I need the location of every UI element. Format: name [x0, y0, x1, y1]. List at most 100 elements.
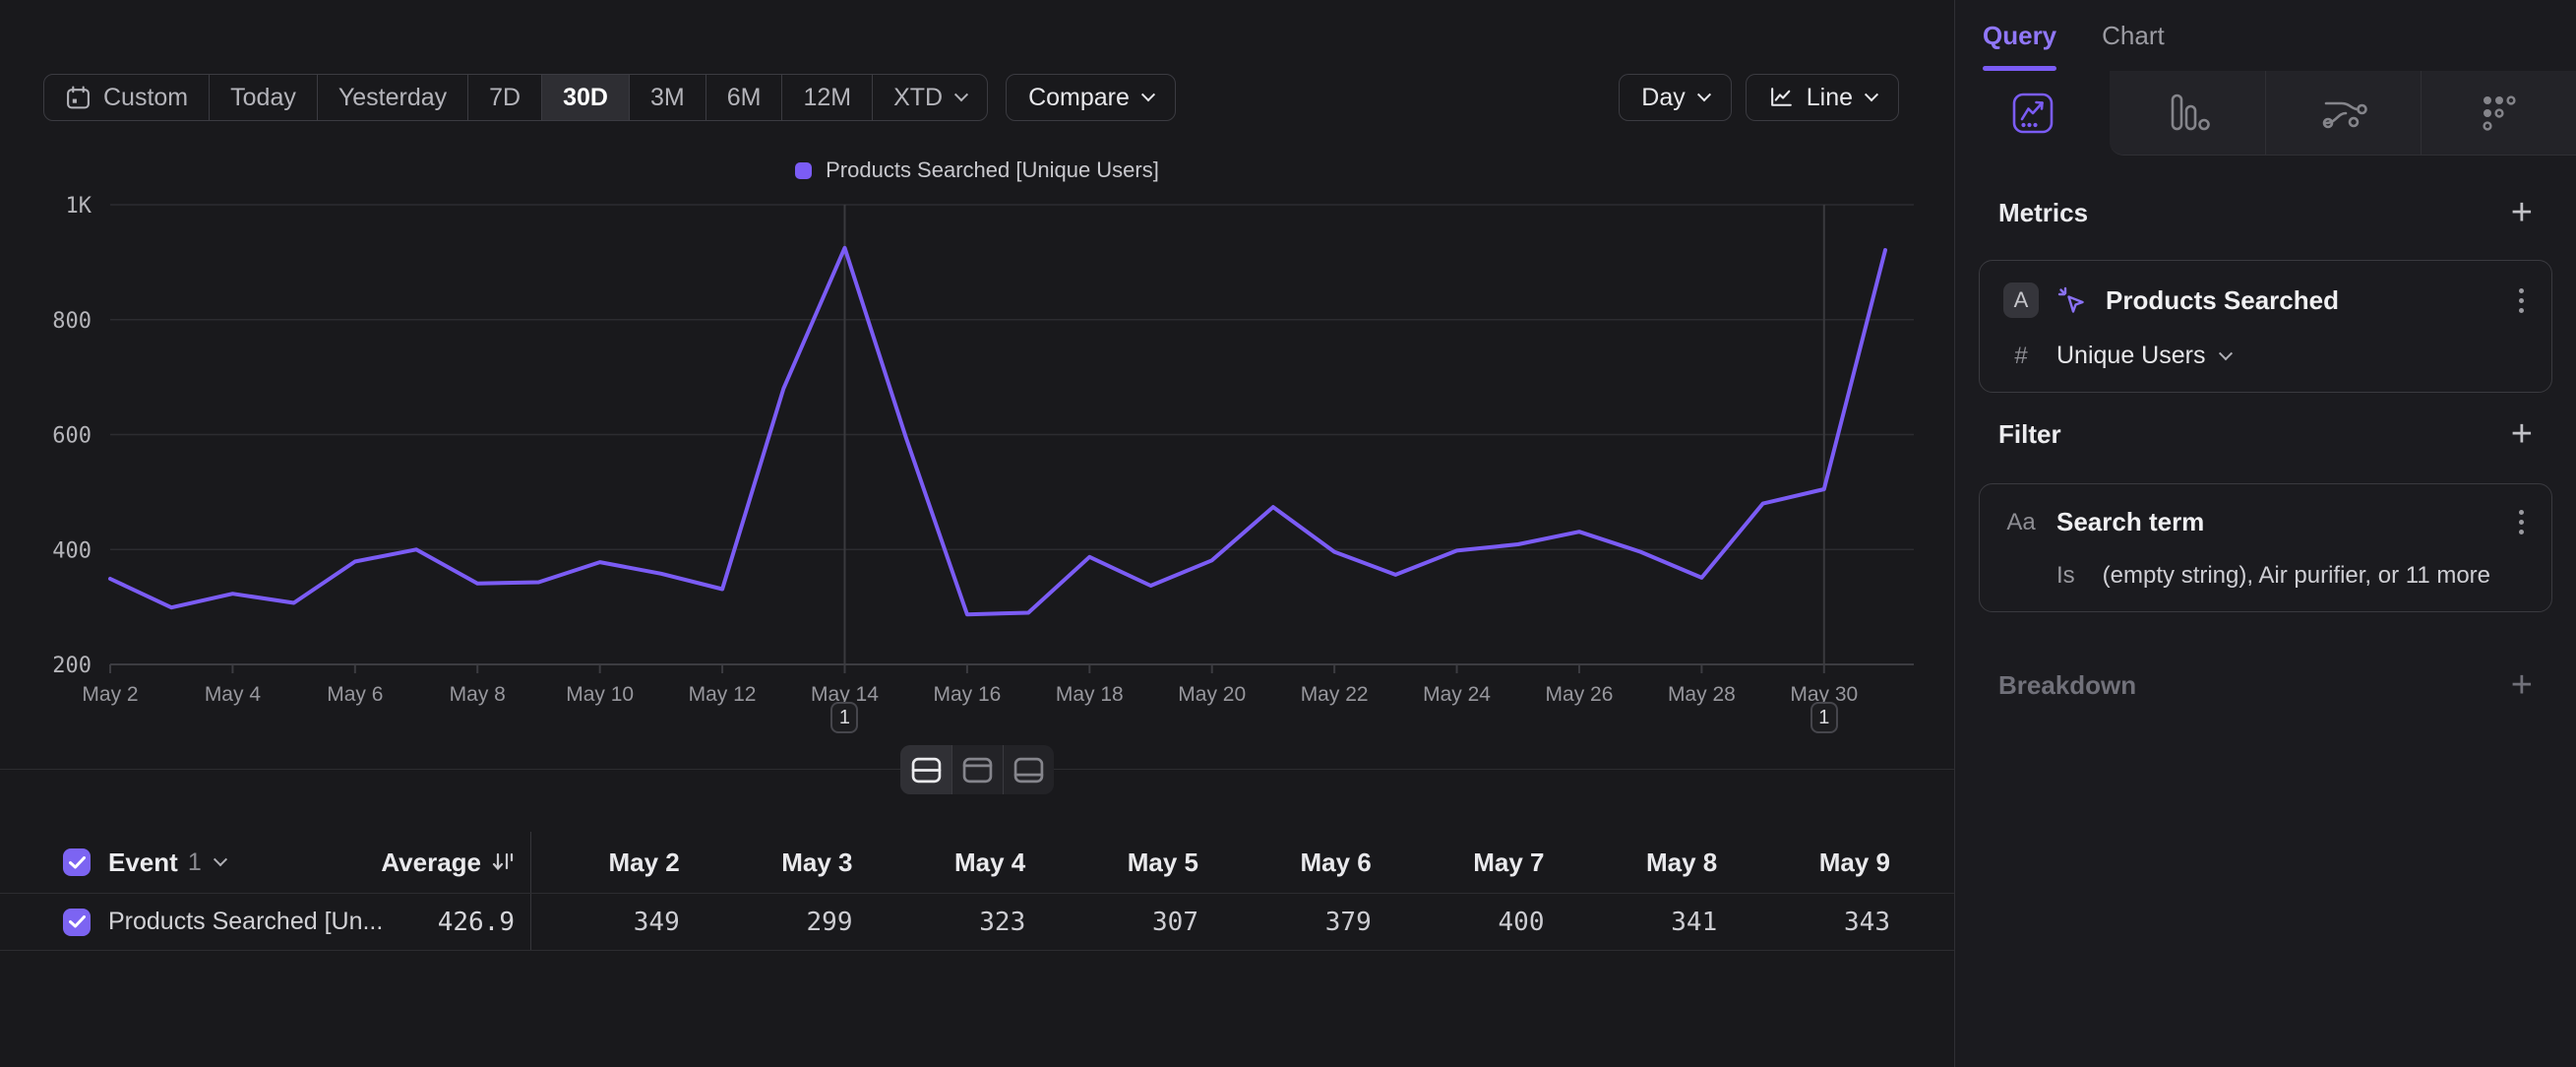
- add-breakdown-icon[interactable]: +: [2511, 667, 2533, 703]
- tab-chart-label: Chart: [2102, 21, 2165, 51]
- layout-toggle: [900, 745, 1054, 794]
- svg-text:May 16: May 16: [933, 683, 1001, 706]
- table-row[interactable]: Products Searched [Un... 426.9 349299323…: [0, 894, 1954, 951]
- table-only-icon: [1013, 757, 1044, 784]
- insights-report-page: Custom Today Yesterday 7D 30D 3M6M12M XTD Comp…: [0, 0, 2576, 1067]
- chart-type-button[interactable]: Line: [1746, 74, 1899, 121]
- range-button-30d[interactable]: 30D: [541, 75, 629, 120]
- add-metric-icon[interactable]: +: [2511, 195, 2533, 230]
- table-date-header[interactable]: May 5: [1050, 847, 1223, 878]
- table-cell-value: 349: [531, 908, 705, 937]
- filter-card-row: Aa Search term: [2003, 506, 2528, 538]
- table-date-headers: May 2May 3May 4May 5May 6May 7May 8May 9: [531, 832, 1915, 893]
- filter-menu-icon[interactable]: [2515, 506, 2528, 538]
- metric-menu-icon[interactable]: [2515, 284, 2528, 317]
- metric-name: Products Searched: [2106, 285, 2339, 316]
- table-date-header[interactable]: May 9: [1742, 847, 1915, 878]
- tab-flows[interactable]: [2265, 71, 2421, 156]
- compare-label: Compare: [1028, 84, 1130, 112]
- granularity-button[interactable]: Day: [1619, 74, 1731, 121]
- check-icon: [69, 915, 86, 928]
- range-label: XTD: [893, 84, 943, 112]
- chevron-down-icon: [954, 88, 968, 101]
- chevron-down-icon[interactable]: [214, 852, 227, 866]
- legend-swatch: [795, 162, 812, 179]
- table-date-header[interactable]: May 7: [1396, 847, 1569, 878]
- metric-letter-badge: A: [2003, 282, 2039, 318]
- layout-table-only-button[interactable]: [1003, 745, 1054, 794]
- annotation-badge[interactable]: 1: [830, 702, 858, 733]
- report-type-tabs: [1955, 71, 2576, 156]
- range-label: Yesterday: [338, 84, 447, 112]
- chart-canvas: 1K800600400200May 2May 4May 6May 8May 10…: [0, 187, 1954, 738]
- table-date-header[interactable]: May 2: [531, 847, 705, 878]
- tab-funnels[interactable]: [2110, 71, 2264, 156]
- report-panel: Custom Today Yesterday 7D 30D 3M6M12M XTD Comp…: [0, 0, 1954, 1067]
- tab-chart[interactable]: Chart: [2102, 0, 2165, 71]
- table-cell-value: 307: [1050, 908, 1223, 937]
- range-label: 30D: [563, 84, 608, 112]
- breakdown-section-header: Breakdown +: [1955, 667, 2576, 703]
- funnels-icon: [2163, 90, 2212, 137]
- query-panel: Query Chart: [1954, 0, 2576, 1067]
- range-label: Custom: [103, 84, 188, 112]
- measure-selector[interactable]: Unique Users: [2056, 342, 2231, 370]
- event-cursor-icon: [2055, 283, 2088, 317]
- compare-button[interactable]: Compare: [1006, 74, 1176, 121]
- range-button-6m[interactable]: 6M: [705, 75, 782, 120]
- measure-label: Unique Users: [2056, 342, 2205, 370]
- calendar-icon: [65, 85, 92, 111]
- tab-retention[interactable]: [2421, 71, 2576, 156]
- table-date-header[interactable]: May 3: [705, 847, 878, 878]
- check-icon: [69, 856, 86, 869]
- table-row-values: 349299323307379400341343: [531, 894, 1915, 950]
- filter-title: Filter: [1998, 419, 2061, 450]
- table-date-header[interactable]: May 4: [878, 847, 1051, 878]
- measure-prefix: #: [2003, 343, 2039, 370]
- table-date-header[interactable]: May 6: [1223, 847, 1396, 878]
- range-button-custom[interactable]: Custom: [44, 75, 209, 120]
- metric-card[interactable]: A Products Searched # Unique Users: [1979, 260, 2552, 393]
- svg-text:1K: 1K: [66, 194, 92, 219]
- tab-insights[interactable]: [1955, 71, 2110, 156]
- range-label: 7D: [489, 84, 521, 112]
- svg-text:May 20: May 20: [1178, 683, 1246, 706]
- metric-measure-row: # Unique Users: [2003, 342, 2528, 370]
- row-checkbox[interactable]: [63, 909, 91, 936]
- table-header-row: Event 1 Average May 2May 3May 4May 5May …: [0, 832, 1954, 894]
- svg-text:May 22: May 22: [1301, 683, 1369, 706]
- range-label: Today: [230, 84, 296, 112]
- chart-table-divider: [0, 769, 1954, 770]
- range-button-12m[interactable]: 12M: [781, 75, 872, 120]
- svg-text:800: 800: [52, 309, 92, 334]
- chart-legend: Products Searched [Unique Users]: [0, 156, 1954, 185]
- filter-value[interactable]: (empty string), Air purifier, or 11 more: [2103, 562, 2490, 590]
- results-table: Event 1 Average May 2May 3May 4May 5May …: [0, 832, 1954, 951]
- add-filter-icon[interactable]: +: [2511, 416, 2533, 452]
- filter-section-header: Filter +: [1955, 416, 2576, 452]
- svg-text:600: 600: [52, 424, 92, 449]
- average-header[interactable]: Average: [381, 847, 515, 878]
- line-chart[interactable]: 1K800600400200May 2May 4May 6May 8May 10…: [0, 187, 1954, 738]
- svg-text:200: 200: [52, 654, 92, 678]
- select-all-checkbox[interactable]: [63, 848, 91, 876]
- range-button-3m[interactable]: 3M: [629, 75, 705, 120]
- filter-operator[interactable]: Is: [2056, 562, 2075, 590]
- layout-split-view-button[interactable]: [900, 745, 951, 794]
- flows-icon: [2318, 90, 2367, 137]
- table-date-header[interactable]: May 8: [1569, 847, 1743, 878]
- annotation-badge[interactable]: 1: [1810, 702, 1838, 733]
- range-button-yesterday[interactable]: Yesterday: [317, 75, 467, 120]
- layout-chart-only-button[interactable]: [951, 745, 1003, 794]
- table-cell-value: 379: [1223, 908, 1396, 937]
- filter-condition-row: Is (empty string), Air purifier, or 11 m…: [2003, 562, 2528, 590]
- svg-text:May 18: May 18: [1056, 683, 1124, 706]
- range-button-xtd[interactable]: XTD: [872, 75, 987, 120]
- svg-text:400: 400: [52, 538, 92, 563]
- range-button-7d[interactable]: 7D: [467, 75, 541, 120]
- breakdown-title: Breakdown: [1998, 670, 2136, 701]
- metrics-title: Metrics: [1998, 198, 2088, 228]
- tab-query[interactable]: Query: [1983, 0, 2056, 71]
- range-button-today[interactable]: Today: [209, 75, 317, 120]
- filter-card[interactable]: Aa Search term Is (empty string), Air pu…: [1979, 483, 2552, 612]
